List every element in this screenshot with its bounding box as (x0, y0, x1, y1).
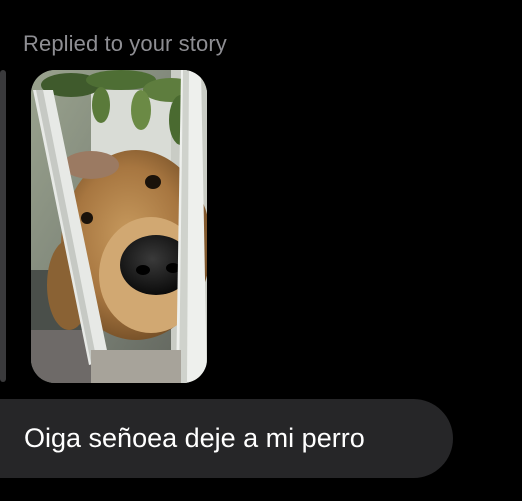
dog-photo-image (31, 70, 207, 383)
reply-quote-bar (0, 70, 6, 382)
message-text: Oiga señoea deje a mi perro (24, 423, 365, 453)
story-thumbnail[interactable] (31, 70, 207, 383)
message-bubble[interactable]: Oiga señoea deje a mi perro (0, 399, 453, 478)
replied-to-story-label: Replied to your story (23, 31, 227, 56)
